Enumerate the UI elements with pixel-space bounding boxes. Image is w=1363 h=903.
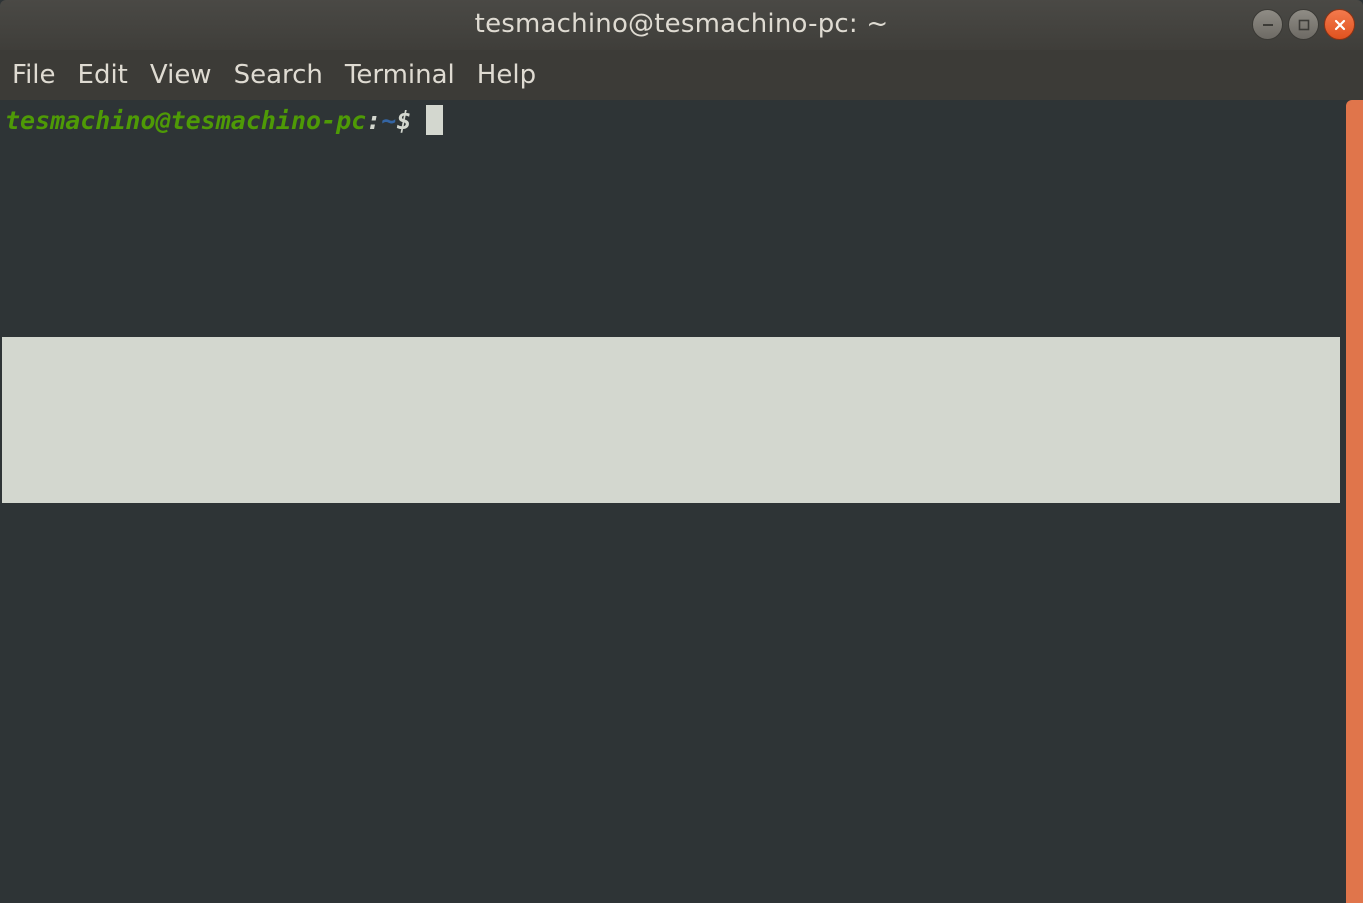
selection-band (2, 337, 1340, 503)
maximize-icon (1298, 19, 1309, 30)
window-controls (1252, 9, 1355, 41)
menu-help[interactable]: Help (467, 55, 546, 95)
minimize-icon (1262, 23, 1273, 26)
maximize-button[interactable] (1288, 9, 1319, 40)
minimize-button[interactable] (1252, 9, 1283, 40)
scrollbar-thumb[interactable] (1346, 100, 1363, 903)
close-button[interactable] (1324, 9, 1355, 40)
prompt-symbol: $ (396, 106, 412, 135)
close-icon (1334, 19, 1345, 30)
title-bar[interactable]: tesmachino@tesmachino-pc: ~ (0, 0, 1363, 50)
window-title: tesmachino@tesmachino-pc: ~ (474, 9, 889, 39)
menu-bar: File Edit View Search Terminal Help (0, 50, 1363, 100)
scrollbar[interactable] (1346, 100, 1363, 903)
menu-view[interactable]: View (140, 55, 222, 95)
menu-terminal[interactable]: Terminal (335, 55, 465, 95)
terminal-area[interactable]: tesmachino@tesmachino-pc:~$ (0, 100, 1346, 903)
prompt-colon: : (366, 106, 382, 135)
terminal-window: tesmachino@tesmachino-pc: ~ File Edit Vi… (0, 0, 1363, 903)
menu-file[interactable]: File (2, 55, 66, 95)
menu-search[interactable]: Search (224, 55, 333, 95)
prompt-user-host: tesmachino@tesmachino-pc (5, 106, 367, 135)
menu-edit[interactable]: Edit (68, 55, 138, 95)
text-cursor (426, 105, 444, 135)
prompt-path: ~ (381, 106, 397, 135)
prompt-line: tesmachino@tesmachino-pc:~$ (5, 104, 444, 138)
